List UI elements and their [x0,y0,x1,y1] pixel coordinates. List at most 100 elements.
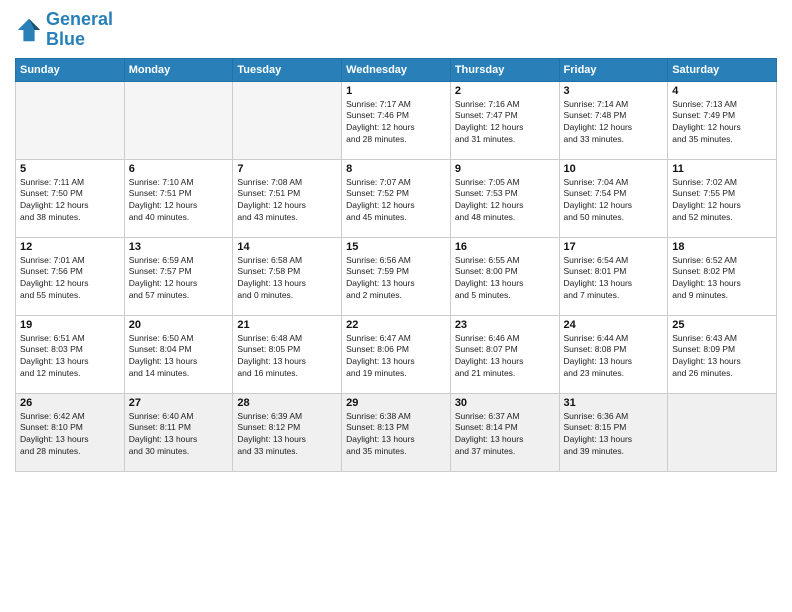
day-info: Sunrise: 7:04 AMSunset: 7:54 PMDaylight:… [564,177,664,225]
day-number: 4 [672,85,772,97]
day-number: 19 [20,319,120,331]
weekday-header: Tuesday [233,58,342,81]
day-info: Sunrise: 6:58 AMSunset: 7:58 PMDaylight:… [237,255,337,303]
day-info: Sunrise: 7:11 AMSunset: 7:50 PMDaylight:… [20,177,120,225]
day-number: 26 [20,397,120,409]
calendar-cell: 4 Sunrise: 7:13 AMSunset: 7:49 PMDaylight… [668,81,777,159]
day-number: 8 [346,163,446,175]
day-info: Sunrise: 6:55 AMSunset: 8:00 PMDaylight:… [455,255,555,303]
weekday-header: Friday [559,58,668,81]
day-info: Sunrise: 6:43 AMSunset: 8:09 PMDaylight:… [672,333,772,381]
calendar-table: SundayMondayTuesdayWednesdayThursdayFrid… [15,58,777,472]
calendar-cell: 22 Sunrise: 6:47 AMSunset: 8:06 PMDayligh… [342,315,451,393]
day-info: Sunrise: 7:14 AMSunset: 7:48 PMDaylight:… [564,99,664,147]
day-number: 27 [129,397,229,409]
calendar-cell: 7 Sunrise: 7:08 AMSunset: 7:51 PMDaylight… [233,159,342,237]
day-number: 18 [672,241,772,253]
day-info: Sunrise: 7:16 AMSunset: 7:47 PMDaylight:… [455,99,555,147]
page: General Blue SundayMondayTuesdayWednesda… [0,0,792,612]
day-info: Sunrise: 7:01 AMSunset: 7:56 PMDaylight:… [20,255,120,303]
day-info: Sunrise: 7:10 AMSunset: 7:51 PMDaylight:… [129,177,229,225]
day-info: Sunrise: 6:47 AMSunset: 8:06 PMDaylight:… [346,333,446,381]
day-number: 1 [346,85,446,97]
logo: General Blue [15,10,113,50]
day-number: 12 [20,241,120,253]
day-number: 21 [237,319,337,331]
day-number: 10 [564,163,664,175]
calendar-cell [16,81,125,159]
day-number: 5 [20,163,120,175]
calendar-cell: 28 Sunrise: 6:39 AMSunset: 8:12 PMDayligh… [233,393,342,471]
calendar-cell: 25 Sunrise: 6:43 AMSunset: 8:09 PMDayligh… [668,315,777,393]
calendar-cell: 30 Sunrise: 6:37 AMSunset: 8:14 PMDayligh… [450,393,559,471]
day-info: Sunrise: 6:42 AMSunset: 8:10 PMDaylight:… [20,411,120,459]
weekday-header: Thursday [450,58,559,81]
day-info: Sunrise: 6:59 AMSunset: 7:57 PMDaylight:… [129,255,229,303]
calendar-cell: 26 Sunrise: 6:42 AMSunset: 8:10 PMDayligh… [16,393,125,471]
calendar-cell: 12 Sunrise: 7:01 AMSunset: 7:56 PMDayligh… [16,237,125,315]
calendar-cell [668,393,777,471]
day-info: Sunrise: 6:56 AMSunset: 7:59 PMDaylight:… [346,255,446,303]
day-number: 14 [237,241,337,253]
calendar-cell: 21 Sunrise: 6:48 AMSunset: 8:05 PMDayligh… [233,315,342,393]
day-info: Sunrise: 7:02 AMSunset: 7:55 PMDaylight:… [672,177,772,225]
calendar-cell: 2 Sunrise: 7:16 AMSunset: 7:47 PMDaylight… [450,81,559,159]
calendar-cell: 29Sunrise: 6:38 AMSunset: 8:13 PMDayligh… [342,393,451,471]
day-info: Sunrise: 6:39 AMSunset: 8:12 PMDaylight:… [237,411,337,459]
day-info: Sunrise: 6:46 AMSunset: 8:07 PMDaylight:… [455,333,555,381]
day-info: Sunrise: 6:44 AMSunset: 8:08 PMDaylight:… [564,333,664,381]
day-info: Sunrise: 7:07 AMSunset: 7:52 PMDaylight:… [346,177,446,225]
day-number: 2 [455,85,555,97]
day-number: 25 [672,319,772,331]
weekday-header: Saturday [668,58,777,81]
calendar-cell: 18 Sunrise: 6:52 AMSunset: 8:02 PMDayligh… [668,237,777,315]
day-number: 3 [564,85,664,97]
day-info: Sunrise: 6:37 AMSunset: 8:14 PMDaylight:… [455,411,555,459]
calendar-cell [233,81,342,159]
day-number: 23 [455,319,555,331]
calendar-header: SundayMondayTuesdayWednesdayThursdayFrid… [16,58,777,81]
day-number: 9 [455,163,555,175]
day-info: Sunrise: 6:52 AMSunset: 8:02 PMDaylight:… [672,255,772,303]
calendar-cell: 8 Sunrise: 7:07 AMSunset: 7:52 PMDaylight… [342,159,451,237]
calendar-cell: 24 Sunrise: 6:44 AMSunset: 8:08 PMDayligh… [559,315,668,393]
day-number: 29 [346,397,446,409]
day-number: 17 [564,241,664,253]
weekday-header: Monday [124,58,233,81]
day-number: 16 [455,241,555,253]
day-info: Sunrise: 6:36 AMSunset: 8:15 PMDaylight:… [564,411,664,459]
day-number: 24 [564,319,664,331]
day-number: 15 [346,241,446,253]
day-number: 28 [237,397,337,409]
calendar-cell: 13Sunrise: 6:59 AMSunset: 7:57 PMDayligh… [124,237,233,315]
calendar-cell: 11 Sunrise: 7:02 AMSunset: 7:55 PMDayligh… [668,159,777,237]
day-number: 22 [346,319,446,331]
weekday-header: Wednesday [342,58,451,81]
calendar-cell: 20Sunrise: 6:50 AMSunset: 8:04 PMDayligh… [124,315,233,393]
calendar-cell: 5 Sunrise: 7:11 AMSunset: 7:50 PMDaylight… [16,159,125,237]
day-info: Sunrise: 6:48 AMSunset: 8:05 PMDaylight:… [237,333,337,381]
calendar-cell: 1 Sunrise: 7:17 AMSunset: 7:46 PMDaylight… [342,81,451,159]
day-number: 30 [455,397,555,409]
day-info: Sunrise: 7:17 AMSunset: 7:46 PMDaylight:… [346,99,446,147]
calendar-cell [124,81,233,159]
calendar-cell: 31 Sunrise: 6:36 AMSunset: 8:15 PMDayligh… [559,393,668,471]
day-info: Sunrise: 7:13 AMSunset: 7:49 PMDaylight:… [672,99,772,147]
calendar-cell: 17 Sunrise: 6:54 AMSunset: 8:01 PMDayligh… [559,237,668,315]
calendar-cell: 6Sunrise: 7:10 AMSunset: 7:51 PMDaylight… [124,159,233,237]
calendar-cell: 10 Sunrise: 7:04 AMSunset: 7:54 PMDayligh… [559,159,668,237]
day-info: Sunrise: 6:40 AMSunset: 8:11 PMDaylight:… [129,411,229,459]
weekday-header: Sunday [16,58,125,81]
day-number: 31 [564,397,664,409]
day-number: 7 [237,163,337,175]
day-info: Sunrise: 6:54 AMSunset: 8:01 PMDaylight:… [564,255,664,303]
logo-icon [15,16,43,44]
day-info: Sunrise: 6:51 AMSunset: 8:03 PMDaylight:… [20,333,120,381]
logo-text: General Blue [46,10,113,50]
day-info: Sunrise: 7:05 AMSunset: 7:53 PMDaylight:… [455,177,555,225]
day-info: Sunrise: 7:08 AMSunset: 7:51 PMDaylight:… [237,177,337,225]
calendar-cell: 3 Sunrise: 7:14 AMSunset: 7:48 PMDaylight… [559,81,668,159]
day-number: 11 [672,163,772,175]
day-number: 20 [129,319,229,331]
calendar-cell: 16 Sunrise: 6:55 AMSunset: 8:00 PMDayligh… [450,237,559,315]
